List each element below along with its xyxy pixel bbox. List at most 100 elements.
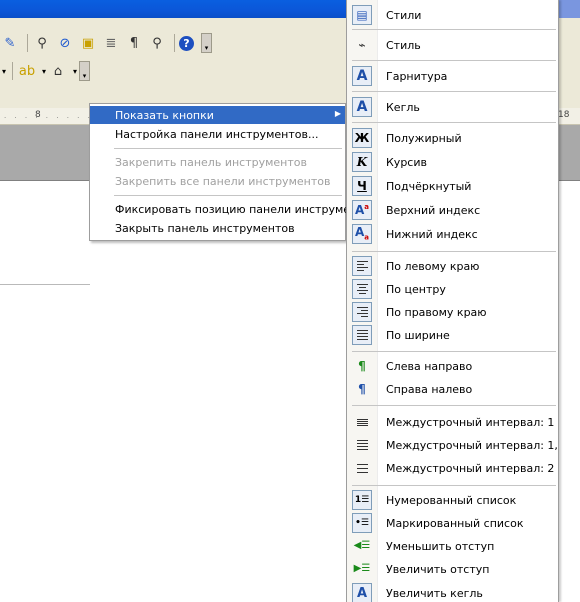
submenu-item-label: Увеличить кегль	[386, 586, 483, 600]
submenu-item-italic[interactable]: K Курсив	[347, 152, 558, 172]
submenu-item-superscript[interactable]: Aa Верхний индекс	[347, 200, 558, 220]
chevron-down-icon[interactable]: ▾	[42, 67, 46, 76]
submenu-arrow-icon: ▶	[334, 109, 341, 118]
chevron-down-icon[interactable]: ▾	[2, 67, 6, 76]
submenu-item-label: Междустрочный интервал: 2	[386, 461, 555, 475]
menu-item-label: Закрепить панель инструментов	[115, 155, 307, 169]
data-sources-icon[interactable]: ≣	[101, 33, 121, 53]
help-icon[interactable]: ?	[179, 35, 194, 51]
submenu-item-underline[interactable]: Ч Подчёркнутый	[347, 176, 558, 196]
menu-item-close-toolbar[interactable]: Закрыть панель инструментов	[90, 219, 345, 237]
submenu-item-label: Увеличить отступ	[386, 562, 490, 576]
submenu-item-numbered-list[interactable]: 1☰ Нумерованный список	[347, 490, 558, 510]
menu-separator	[352, 122, 556, 123]
submenu-item-label: Нижний индекс	[386, 227, 478, 241]
font-size-icon: A	[352, 97, 372, 117]
bulleted-list-icon: •☰	[352, 513, 372, 533]
submenu-item-align-right[interactable]: По правому краю	[347, 302, 558, 322]
submenu-item-label: Слева направо	[386, 359, 473, 373]
submenu-item-align-center[interactable]: По центру	[347, 279, 558, 299]
submenu-item-bulleted-list[interactable]: •☰ Маркированный список	[347, 513, 558, 533]
align-right-icon	[352, 302, 372, 322]
menu-item-show-buttons[interactable]: Показать кнопки ▶	[90, 106, 345, 124]
submenu-item-label: Маркированный список	[386, 516, 524, 530]
line-spacing-2-icon	[352, 458, 372, 478]
menu-separator	[114, 195, 342, 196]
submenu-item-left-to-right[interactable]: ¶ Слева направо	[347, 356, 558, 376]
binoculars-icon[interactable]: ⚲	[32, 33, 52, 53]
toolbar-overflow-button[interactable]: ▾	[79, 61, 91, 81]
menu-separator	[114, 148, 342, 149]
menu-separator	[352, 351, 556, 352]
right-to-left-icon: ¶	[358, 382, 366, 396]
menu-item-customize-toolbar[interactable]: Настройка панели инструментов...	[90, 125, 345, 143]
italic-icon: K	[352, 152, 372, 172]
submenu-item-label: По правому краю	[386, 305, 487, 319]
menu-item-lock-toolbar-position[interactable]: Фиксировать позицию панели инструментов	[90, 200, 377, 218]
submenu-item-label: Полужирный	[386, 131, 462, 145]
submenu-item-label: Гарнитура	[386, 69, 448, 83]
bold-icon: Ж	[352, 128, 372, 148]
char-background-icon[interactable]: ⌂	[48, 61, 68, 81]
align-center-icon	[352, 279, 372, 299]
text-boundary-line	[0, 284, 90, 285]
line-spacing-15-icon	[352, 435, 372, 455]
menu-separator	[352, 485, 556, 486]
submenu-item-font-size[interactable]: A Кегль	[347, 97, 558, 117]
toolbar-separator	[27, 34, 28, 52]
submenu-item-label: Стиль	[386, 38, 421, 52]
submenu-item-label: Нумерованный список	[386, 493, 517, 507]
toolbar-overflow-button[interactable]: ▾	[201, 33, 212, 53]
menu-separator	[352, 91, 556, 92]
submenu-item-label: Междустрочный интервал: 1,5	[386, 438, 559, 452]
submenu-item-paragraph-style[interactable]: ⌁ Стиль	[347, 35, 558, 55]
toolbar-separator	[12, 62, 14, 80]
increase-indent-icon: ▶☰	[353, 563, 371, 574]
submenu-item-styles[interactable]: ▤ Стили	[347, 5, 558, 25]
submenu-item-line-spacing-1-5[interactable]: Междустрочный интервал: 1,5	[347, 435, 558, 455]
toolbar-separator	[174, 34, 175, 52]
zoom-icon[interactable]: ⚲	[147, 33, 167, 53]
gallery-icon[interactable]: ▣	[78, 33, 98, 53]
submenu-item-font-name[interactable]: A Гарнитура	[347, 66, 558, 86]
ruler-ticks: · · · · · · · · ·	[4, 114, 93, 122]
submenu-item-grow-font[interactable]: A Увеличить кегль	[347, 583, 558, 602]
submenu-item-label: Междустрочный интервал: 1	[386, 415, 555, 429]
paragraph-style-icon: ⌁	[358, 38, 366, 52]
ruler-mark: 18	[558, 110, 570, 120]
submenu-item-increase-indent[interactable]: ▶☰ Увеличить отступ	[347, 559, 558, 579]
font-name-icon: A	[352, 66, 372, 86]
pilcrow-icon[interactable]: ¶	[124, 33, 144, 53]
standard-toolbar: ✎ ⚲ ⊘ ▣ ≣ ¶ ⚲ ? ▾	[0, 30, 212, 56]
submenu-item-line-spacing-2[interactable]: Междустрочный интервал: 2	[347, 458, 558, 478]
pencil-icon[interactable]: ✎	[0, 33, 20, 53]
submenu-item-right-to-left[interactable]: ¶ Справа налево	[347, 379, 558, 399]
submenu-item-label: Верхний индекс	[386, 203, 481, 217]
menu-item-label: Показать кнопки	[115, 108, 214, 122]
chevron-down-icon[interactable]: ▾	[73, 67, 77, 76]
toolbar-context-menu: Показать кнопки ▶ Настройка панели инстр…	[89, 103, 377, 241]
submenu-item-decrease-indent[interactable]: ◀☰ Уменьшить отступ	[347, 536, 558, 556]
submenu-item-label: Справа налево	[386, 382, 473, 396]
styles-icon: ▤	[352, 5, 372, 25]
ruler-mark: 8	[35, 110, 41, 120]
grow-font-icon: A	[352, 583, 372, 602]
menu-item-label: Закрыть панель инструментов	[115, 221, 295, 235]
navigator-icon[interactable]: ⊘	[55, 33, 75, 53]
superscript-icon: Aa	[352, 200, 372, 220]
submenu-item-align-left[interactable]: По левому краю	[347, 256, 558, 276]
submenu-item-label: Кегль	[386, 100, 420, 114]
visible-buttons-submenu: ▤ Стили ⌁ Стиль A Гарнитура A Кегль Ж По…	[346, 0, 559, 602]
numbered-list-icon: 1☰	[352, 490, 372, 510]
underline-icon: Ч	[352, 176, 372, 196]
submenu-item-justify[interactable]: По ширине	[347, 325, 558, 345]
submenu-item-bold[interactable]: Ж Полужирный	[347, 128, 558, 148]
justify-icon	[352, 325, 372, 345]
menu-separator	[352, 29, 556, 30]
submenu-item-line-spacing-1[interactable]: Междустрочный интервал: 1	[347, 412, 558, 432]
submenu-item-label: По ширине	[386, 328, 450, 342]
submenu-item-label: Подчёркнутый	[386, 179, 472, 193]
decrease-indent-icon: ◀☰	[353, 540, 371, 551]
highlight-icon[interactable]: ab	[17, 61, 37, 81]
submenu-item-subscript[interactable]: Aa Нижний индекс	[347, 224, 558, 244]
